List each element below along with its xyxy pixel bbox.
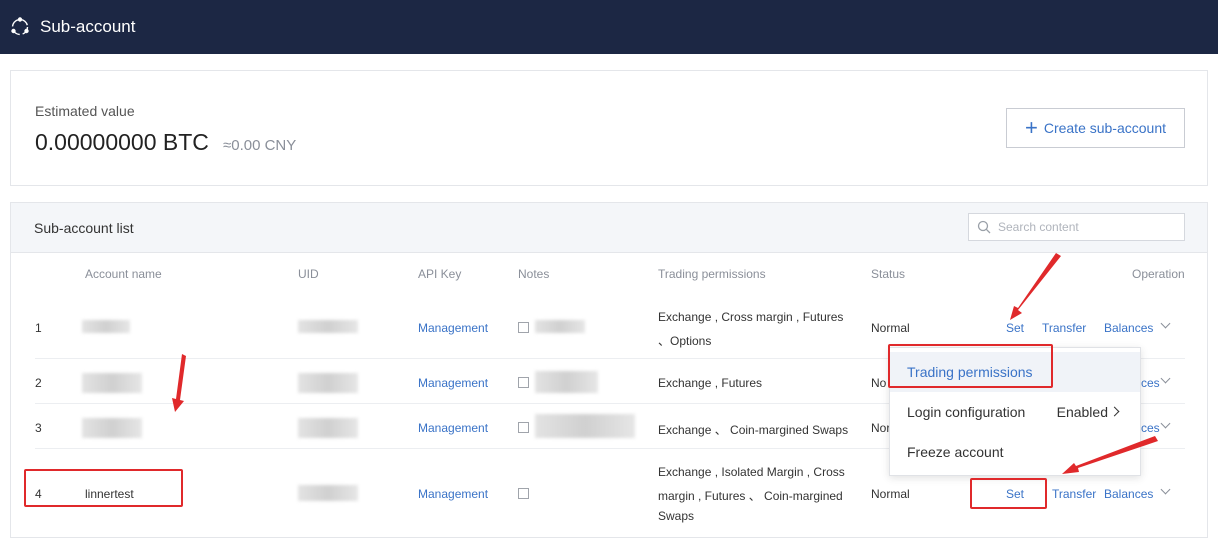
list-header: Sub-account list	[11, 203, 1207, 253]
login-config-value: Enabled	[1056, 404, 1108, 420]
redacted-uid	[298, 373, 358, 393]
column-trading-permissions: Trading permissions	[658, 267, 766, 281]
redacted-account-name	[82, 418, 142, 438]
balances-link[interactable]: ces	[1141, 421, 1160, 435]
search-icon	[977, 220, 991, 234]
orbit-logo-icon	[11, 17, 29, 36]
row-index: 2	[35, 376, 42, 390]
trading-permissions-line: Exchange , Futures	[658, 376, 763, 390]
api-key-management-link[interactable]: Management	[418, 376, 488, 390]
chevron-down-icon[interactable]	[1160, 318, 1171, 329]
redacted-uid	[298, 418, 358, 438]
highlight-box-trading-permissions	[888, 344, 1053, 388]
status-text: Nor	[871, 421, 891, 435]
api-key-management-link[interactable]: Management	[418, 321, 488, 335]
redacted-note	[535, 371, 598, 393]
highlight-box-account-name	[24, 469, 183, 507]
trading-permissions-line: Swaps	[658, 509, 695, 523]
api-key-management-link[interactable]: Management	[418, 487, 488, 501]
search-input[interactable]	[998, 218, 1178, 236]
edit-note-icon[interactable]	[518, 422, 529, 433]
chevron-down-icon[interactable]	[1160, 373, 1171, 384]
menu-item-label: Login configuration	[907, 404, 1026, 420]
column-account-name: Account name	[85, 267, 162, 281]
status-text: No	[871, 376, 887, 390]
transfer-link[interactable]: Transfer	[1052, 487, 1096, 501]
menu-item-label: Freeze account	[907, 444, 1004, 460]
edit-note-icon[interactable]	[518, 488, 529, 499]
menu-item-freeze-account[interactable]: Freeze account	[890, 432, 1140, 472]
trading-permissions-line: Exchange 、 Coin-margined Swaps	[658, 423, 849, 437]
chevron-down-icon[interactable]	[1160, 418, 1171, 429]
estimated-cny-value: ≈0.00 CNY	[223, 137, 297, 154]
balances-link[interactable]: ces	[1141, 376, 1160, 390]
edit-note-icon[interactable]	[518, 377, 529, 388]
column-operation: Operation	[1132, 267, 1185, 281]
set-link[interactable]: Set	[1006, 321, 1024, 335]
column-uid: UID	[298, 267, 319, 281]
chevron-down-icon[interactable]	[1160, 484, 1171, 495]
row-index: 1	[35, 321, 42, 335]
top-bar: Sub-account	[0, 0, 1218, 54]
redacted-note	[535, 320, 585, 333]
trading-permissions-line: margin , Futures 、 Coin-margined	[658, 489, 843, 503]
page-title: Sub-account	[40, 17, 136, 36]
api-key-management-link[interactable]: Management	[418, 421, 488, 435]
menu-item-login-configuration[interactable]: Login configuration Enabled	[890, 392, 1140, 432]
column-status: Status	[871, 267, 906, 281]
estimated-value-label: Estimated value	[35, 103, 135, 119]
redacted-account-name	[82, 320, 130, 333]
redacted-uid	[298, 320, 358, 333]
redacted-uid	[298, 485, 358, 501]
chevron-right-icon	[1109, 406, 1120, 417]
transfer-link[interactable]: Transfer	[1042, 321, 1086, 335]
estimated-value-card: Estimated value 0.00000000 BTC ≈0.00 CNY…	[10, 70, 1208, 186]
status-text: Normal	[871, 487, 910, 501]
balances-link[interactable]: Balances	[1104, 487, 1153, 501]
plus-icon: +	[1024, 115, 1038, 140]
edit-note-icon[interactable]	[518, 322, 529, 333]
estimated-btc-value: 0.00000000 BTC	[35, 129, 209, 155]
trading-permissions-line: Exchange , Isolated Margin , Cross	[658, 465, 845, 479]
highlight-box-set	[970, 478, 1047, 509]
list-title: Sub-account list	[34, 220, 134, 236]
search-box[interactable]	[968, 213, 1185, 241]
create-sub-account-label: Create sub-account	[1043, 120, 1167, 136]
trading-permissions-line: 、Options	[658, 334, 712, 348]
trading-permissions-line: Exchange , Cross margin , Futures	[658, 310, 844, 324]
status-text: Normal	[871, 321, 910, 335]
column-api-key: API Key	[418, 267, 462, 281]
create-sub-account-button[interactable]: + Create sub-account	[1006, 108, 1185, 148]
column-notes: Notes	[518, 267, 550, 281]
row-index: 3	[35, 421, 42, 435]
redacted-account-name	[82, 373, 142, 393]
redacted-note	[535, 414, 635, 438]
balances-link[interactable]: Balances	[1104, 321, 1153, 335]
